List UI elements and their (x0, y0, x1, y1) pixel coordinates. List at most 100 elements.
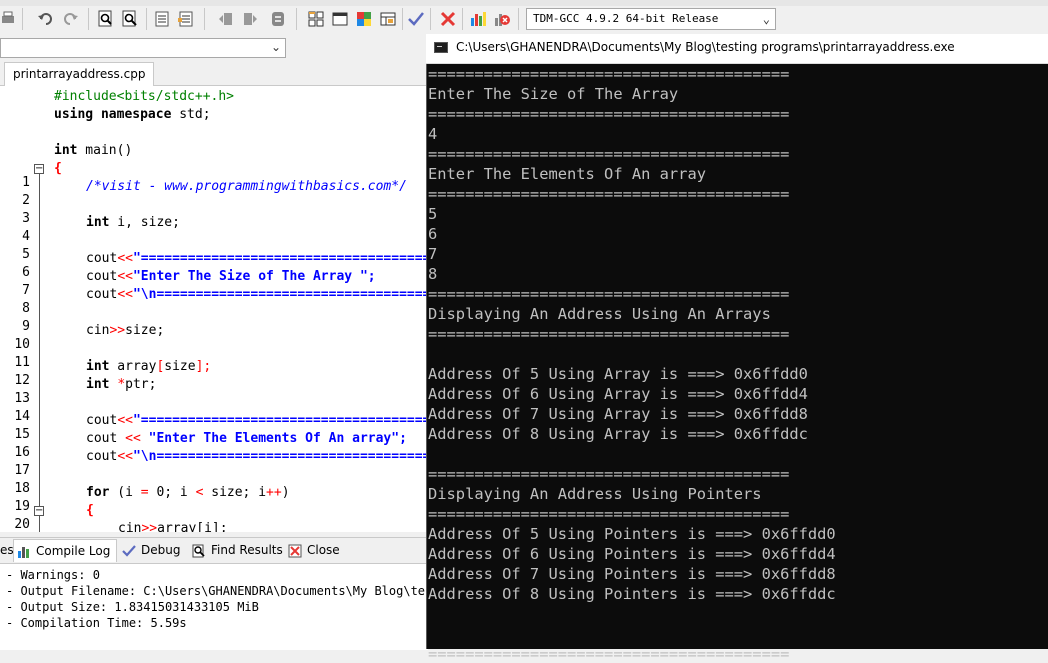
fold-guide (39, 516, 40, 532)
tile-windows-icon[interactable] (306, 9, 326, 29)
code-line: cout<<"Enter The Size of The Array "; (86, 269, 376, 284)
debug-check-icon (122, 543, 136, 557)
console-line: 7 (428, 245, 438, 263)
code-token: >> (141, 521, 158, 532)
code-token: int (54, 143, 78, 158)
code-token: ) (281, 485, 290, 500)
main-toolbar: TDM-GCC 4.9.2 64-bit Release ⌄ (0, 0, 1048, 37)
tab-find-results-label: Find Results (211, 543, 283, 557)
fullscreen-icon[interactable] (330, 9, 350, 29)
code-token: int (86, 377, 110, 392)
fold-toggle-icon[interactable]: − (34, 164, 44, 174)
code-token: "=====================================\n… (132, 251, 428, 266)
line-number: 1 (22, 175, 30, 190)
editor-tab-printarrayaddress[interactable]: printarrayaddress.cpp (4, 62, 155, 86)
line-number: 7 (22, 283, 30, 298)
code-token: "\n=====================================… (132, 287, 428, 302)
code-token: main() (77, 143, 133, 158)
check-syntax-icon[interactable] (406, 9, 426, 29)
toolbar-separator (296, 8, 297, 30)
menu-strip (0, 0, 1048, 6)
toolbar-separator (462, 8, 463, 30)
code-token: cout (86, 287, 118, 302)
tab-resources-label: es (0, 543, 14, 557)
console-line: ======================================= (428, 505, 790, 523)
console-line: Address Of 7 Using Array is ===> 0x6ffdd… (428, 405, 808, 423)
unindent-icon[interactable] (176, 9, 196, 29)
code-line: { (54, 161, 62, 176)
class-select[interactable]: ⌄ (0, 38, 286, 58)
redo-icon[interactable] (60, 9, 80, 29)
class-browser-icon[interactable] (354, 9, 374, 29)
indent-icon[interactable] (152, 9, 172, 29)
find-icon[interactable] (96, 9, 116, 29)
code-token: "Enter The Size of The Array "; (132, 269, 376, 284)
bookmark-prev-icon[interactable] (216, 9, 236, 29)
code-line: /*visit - www.programmingwithbasics.com*… (86, 179, 407, 194)
find-results-icon (192, 543, 206, 558)
code-token: ]; (195, 359, 212, 374)
toolbar-separator (88, 8, 89, 30)
compile-log-output[interactable]: - Warnings: 0 - Output Filename: C:\User… (0, 563, 428, 650)
code-line: cout<<"\n===============================… (86, 449, 428, 464)
console-line: ======================================= (428, 145, 790, 163)
code-line: int i, size; (86, 215, 180, 230)
compiler-select[interactable]: TDM-GCC 4.9.2 64-bit Release ⌄ (526, 8, 776, 30)
line-number: 20 (14, 517, 30, 532)
line-number: 11 (14, 355, 30, 370)
console-title-bar[interactable]: C:\Users\GHANENDRA\Documents\My Blog\tes… (426, 34, 1048, 64)
tab-compile-log[interactable]: Compile Log (13, 539, 118, 562)
code-token: cout (86, 431, 126, 446)
tab-close-label: Close (307, 543, 340, 557)
code-token: cout (86, 449, 118, 464)
console-line: ======================================= (428, 65, 790, 83)
tab-find-results[interactable]: Find Results (189, 539, 283, 561)
code-token: { (86, 503, 94, 518)
code-token: "=====================================\n… (132, 413, 428, 428)
code-token: = (140, 485, 149, 500)
console-line: Address Of 8 Using Pointers is ===> 0x6f… (428, 585, 836, 603)
print-icon[interactable] (0, 9, 20, 29)
code-token: ++ (266, 485, 282, 500)
code-token: "Enter The Elements Of An array"; (140, 431, 407, 446)
console-line: Enter The Size of The Array (428, 85, 679, 103)
code-editor[interactable]: 1234567891011121314151617181920212223242… (0, 86, 428, 532)
console-line: 6 (428, 225, 438, 243)
code-token: ptr; (125, 377, 157, 392)
replace-icon[interactable] (120, 9, 140, 29)
console-line: Displaying An Address Using Pointers (428, 485, 762, 503)
toggle-bookmark-icon[interactable] (268, 9, 288, 29)
compile-log-icon (17, 544, 31, 558)
code-line: using namespace std; (54, 107, 211, 122)
delete-profile-icon[interactable] (492, 9, 512, 29)
undo-icon[interactable] (36, 9, 56, 29)
line-number: 15 (14, 427, 30, 442)
bookmark-next-icon[interactable] (240, 9, 260, 29)
console-line: Displaying An Address Using An Arrays (428, 305, 771, 323)
console-line: 5 (428, 205, 438, 223)
code-line: int array[size]; (86, 359, 211, 374)
fold-toggle-icon[interactable]: − (34, 506, 44, 516)
tab-close[interactable]: Close (285, 539, 340, 561)
profile-chart-icon[interactable] (468, 9, 488, 29)
console-line: 4 (428, 125, 438, 143)
code-token: (i (109, 485, 141, 500)
code-token: size; (125, 323, 165, 338)
window-list-icon[interactable] (378, 9, 398, 29)
tab-debug[interactable]: Debug (119, 539, 180, 561)
toolbar-separator (402, 8, 403, 30)
code-line: { (86, 503, 94, 518)
code-token: /*visit - www.programmingwithbasics.com*… (86, 179, 407, 194)
code-token: << (125, 431, 141, 446)
abort-compile-icon[interactable] (438, 9, 458, 29)
console-title: C:\Users\GHANENDRA\Documents\My Blog\tes… (456, 40, 955, 54)
tab-resources[interactable]: es (0, 539, 14, 561)
line-number: 9 (22, 319, 30, 334)
code-token: i, size; (109, 215, 180, 230)
code-line: cout << "Enter The Elements Of An array"… (86, 431, 407, 446)
code-line: int *ptr; (86, 377, 156, 392)
line-number: 17 (14, 463, 30, 478)
line-number: 12 (14, 373, 30, 388)
console-line: ======================================= (428, 325, 790, 343)
toolbar-separator (518, 8, 519, 30)
